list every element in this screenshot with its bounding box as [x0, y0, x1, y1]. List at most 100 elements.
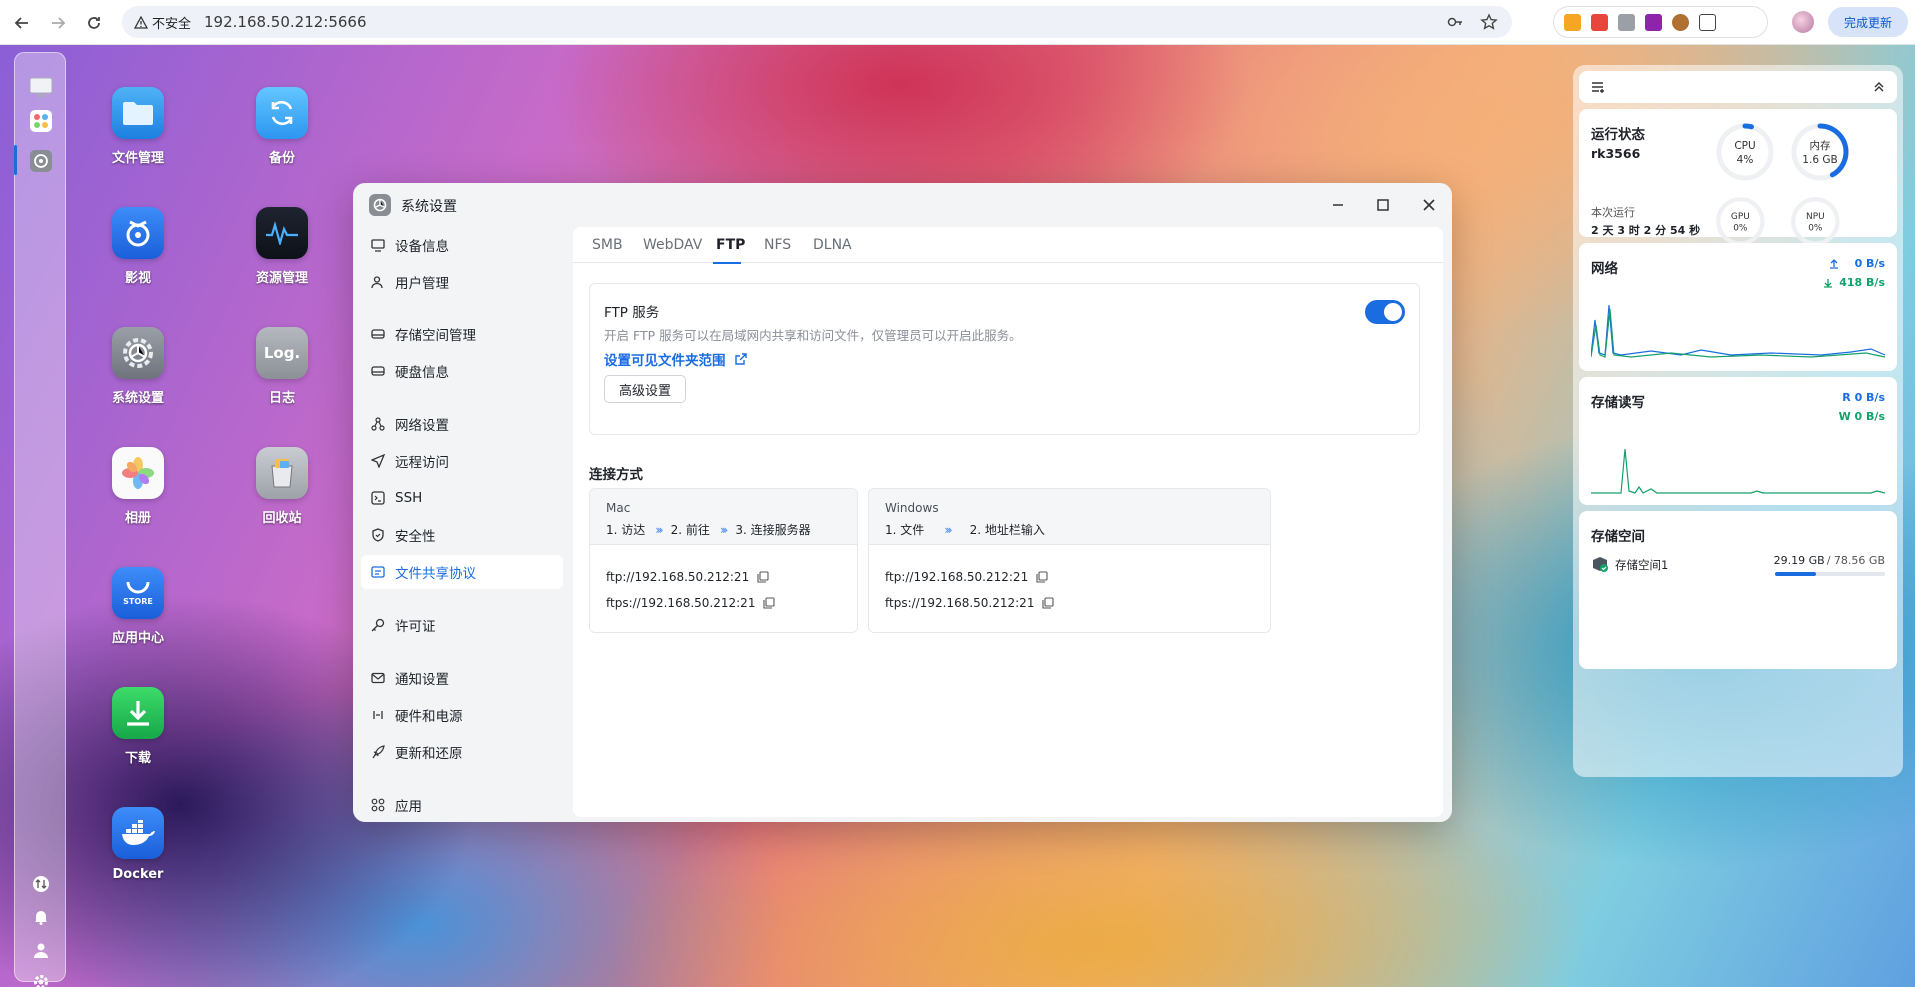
ftp-service-toggle[interactable]: [1365, 300, 1405, 324]
store-text: STORE: [123, 597, 153, 606]
shield-icon: [371, 528, 385, 542]
maximize-icon[interactable]: [1373, 195, 1393, 215]
reload-icon[interactable]: [81, 10, 107, 36]
sidebar-item-label: 应用: [395, 799, 422, 815]
windows-ftp-url: ftp://192.168.50.212:21: [885, 570, 1029, 584]
update-button[interactable]: 完成更新: [1828, 7, 1908, 37]
sidebar-item-file-sharing[interactable]: 文件共享协议: [361, 555, 563, 589]
sidebar-item-storage-management[interactable]: 存储空间管理: [361, 317, 563, 351]
app-label: 回收站: [262, 511, 302, 526]
profile-avatar[interactable]: [1792, 11, 1814, 33]
key-icon: [371, 618, 385, 632]
desktop-app-file-manager[interactable]: 文件管理: [83, 87, 193, 166]
desktop-app-docker[interactable]: Docker: [83, 807, 193, 882]
bookmark-star-icon[interactable]: [1480, 13, 1498, 31]
extension-icon[interactable]: [1564, 13, 1581, 31]
protocol-tabs: SMB WebDAV FTP NFS DLNA: [573, 227, 1443, 264]
extension-icon[interactable]: [1672, 13, 1689, 31]
sidebar-item-network[interactable]: 网络设置: [361, 407, 563, 441]
sidebar-item-label: 网络设置: [395, 418, 449, 434]
upload-value: 0 B/s: [1854, 257, 1885, 270]
tab-nfs[interactable]: NFS: [764, 237, 791, 253]
desktop-monitor-icon[interactable]: [28, 75, 54, 101]
settings-gear-icon: [112, 327, 164, 379]
app-label: 文件管理: [111, 151, 164, 166]
sidebar-item-remote-access[interactable]: 远程访问: [361, 444, 563, 478]
address-bar[interactable]: 不安全 192.168.50.212:5666: [122, 6, 1512, 38]
widget-menu-icon[interactable]: [1591, 81, 1605, 93]
notification-bell-icon[interactable]: [28, 904, 54, 930]
running-settings-icon[interactable]: [28, 148, 54, 174]
sidebar-item-user-management[interactable]: 用户管理: [361, 265, 563, 299]
forward-icon[interactable]: [45, 10, 71, 36]
copy-icon[interactable]: [1042, 597, 1055, 609]
storage-usage-bar: [1775, 572, 1885, 576]
extension-icon[interactable]: [1591, 13, 1608, 31]
password-key-icon[interactable]: [1446, 13, 1464, 31]
window-titlebar[interactable]: 系统设置: [353, 183, 1452, 227]
storage-used: 29.19 GB: [1773, 554, 1825, 567]
windows-connection-card: Windows 1. 文件 ››› 2. 地址栏输入 ftp://192.168…: [868, 488, 1271, 633]
app-launcher-icon[interactable]: [28, 108, 54, 134]
transfer-icon[interactable]: [28, 871, 54, 897]
gear-icon[interactable]: [28, 969, 54, 987]
sidebar-item-notifications[interactable]: 通知设置: [361, 661, 563, 695]
widget-panel: 运行状态 rk3566 本次运行 2 天 3 时 2 分 54 秒 CPU 4% …: [1573, 65, 1903, 777]
browser-toolbar: 不安全 192.168.50.212:5666 完成更新: [0, 0, 1915, 45]
step-arrow-icon: ›››: [719, 522, 729, 537]
desktop-app-recycle-bin[interactable]: 回收站: [227, 447, 337, 526]
back-icon[interactable]: [9, 10, 35, 36]
puzzle-icon[interactable]: [1699, 13, 1716, 31]
folder-scope-link[interactable]: 设置可见文件夹范围: [604, 349, 747, 369]
disk-icon: [371, 364, 385, 378]
extension-icon[interactable]: [1645, 13, 1662, 31]
ftp-service-description: 开启 FTP 服务可以在局域网内共享和访问文件，仅管理员可以开启此服务。: [604, 328, 1022, 343]
widget-toolbar: [1579, 71, 1897, 103]
sidebar-item-license[interactable]: 许可证: [361, 608, 563, 642]
user-icon[interactable]: [28, 937, 54, 963]
copy-icon[interactable]: [757, 571, 769, 583]
tab-ftp[interactable]: FTP: [716, 237, 745, 253]
step-arrow-icon: ›››: [655, 522, 664, 537]
settings-content: SMB WebDAV FTP NFS DLNA FTP 服务 开启 FTP 服务…: [573, 227, 1443, 817]
sidebar-item-hardware-power[interactable]: 硬件和电源: [361, 698, 563, 732]
sidebar-item-security[interactable]: 安全性: [361, 518, 563, 552]
sidebar-item-disk-info[interactable]: 硬盘信息: [361, 354, 563, 388]
close-icon[interactable]: [1419, 195, 1439, 215]
desktop-app-system-settings[interactable]: 系统设置: [83, 327, 193, 406]
desktop-app-log[interactable]: Log. 日志: [227, 327, 337, 406]
tab-webdav[interactable]: WebDAV: [643, 237, 702, 253]
desktop-app-photos[interactable]: 相册: [83, 447, 193, 526]
app-label: 相册: [124, 511, 151, 526]
sidebar-item-device-info[interactable]: 设备信息: [361, 228, 563, 262]
mac-steps: 1. 访达 ››› 2. 前往 ››› 3. 连接服务器: [606, 521, 811, 538]
device-name: rk3566: [1591, 146, 1641, 161]
sidebar-item-apps[interactable]: 应用: [361, 788, 563, 822]
desktop-app-download[interactable]: 下载: [83, 687, 193, 766]
connection-heading: 连接方式: [589, 467, 643, 483]
copy-icon[interactable]: [763, 597, 776, 609]
collapse-icon[interactable]: [1873, 81, 1885, 93]
sidebar-item-update-restore[interactable]: 更新和还原: [361, 735, 563, 769]
desktop-app-video[interactable]: 影视: [83, 207, 193, 286]
minimize-icon[interactable]: [1328, 195, 1348, 215]
security-indicator[interactable]: 不安全: [134, 13, 191, 32]
sidebar-item-label: 更新和还原: [395, 746, 463, 762]
desktop-app-backup[interactable]: 备份: [227, 87, 337, 166]
desktop-app-resource-monitor[interactable]: 资源管理: [227, 207, 337, 286]
network-icon: [371, 417, 385, 431]
copy-icon[interactable]: [1036, 571, 1048, 583]
app-label: 下载: [124, 751, 151, 766]
mac-ftps-url: ftps://192.168.50.212:21: [606, 596, 756, 610]
log-icon: Log.: [256, 327, 308, 379]
windows-step: 2. 地址栏输入: [969, 523, 1045, 537]
desktop-app-app-center[interactable]: STORE 应用中心: [83, 567, 193, 646]
extension-icon[interactable]: [1618, 13, 1635, 31]
upload-arrow-icon: [1829, 258, 1838, 269]
tab-smb[interactable]: SMB: [592, 237, 623, 253]
log-icon-text: Log.: [263, 344, 301, 362]
sidebar-item-ssh[interactable]: SSH: [361, 481, 563, 515]
advanced-settings-button[interactable]: 高级设置: [604, 375, 686, 403]
tab-dlna[interactable]: DLNA: [813, 237, 852, 253]
app-label: 备份: [268, 151, 295, 166]
